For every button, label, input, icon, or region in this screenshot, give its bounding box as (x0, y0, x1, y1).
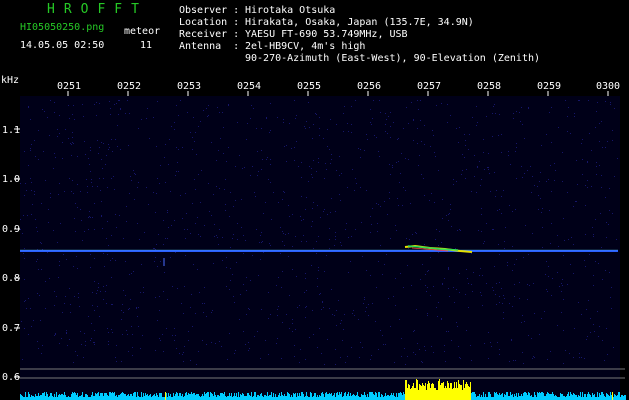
axis-tick-marks (14, 91, 609, 378)
signal-meter (20, 379, 626, 400)
noise-dots (20, 100, 618, 365)
spectrogram-window: HROFFT HI05050250.png 14.05.05 02:50 met… (0, 0, 629, 400)
spectrogram-overlay (14, 91, 626, 400)
